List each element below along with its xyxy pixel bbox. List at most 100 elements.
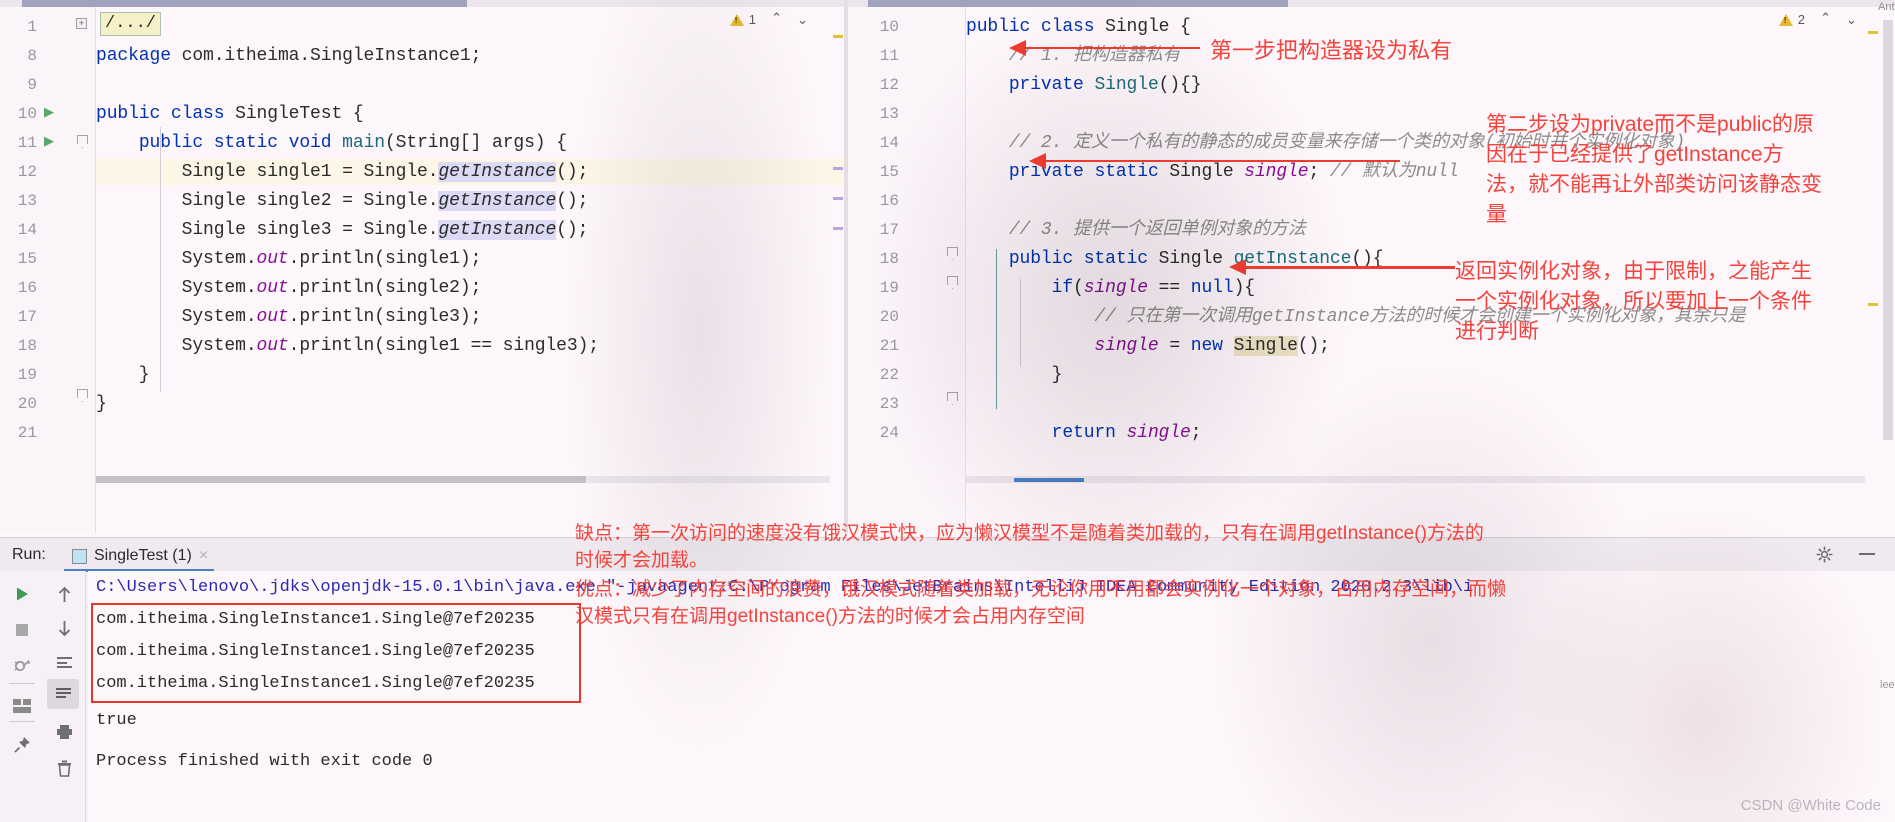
code-line: single = new Single(); — [1094, 336, 1330, 356]
pin-button[interactable] — [7, 729, 37, 759]
side-tag-top: Ant — [1878, 1, 1895, 13]
annotation-console-line2: 时候才会加载。 — [575, 550, 709, 571]
line-number: 15 — [17, 250, 37, 268]
run-gutter-arrow-icon[interactable]: ▶ — [44, 104, 54, 120]
next-problem-chevron-down-icon[interactable]: ⌄ — [1846, 12, 1857, 28]
stop-button[interactable] — [7, 615, 37, 645]
line-number: 24 — [879, 424, 899, 442]
next-problem-chevron-down-icon[interactable]: ⌄ — [797, 12, 808, 28]
annotation-step3-line3: 进行判断 — [1455, 320, 1539, 343]
rerun-button[interactable] — [7, 579, 37, 609]
line-number: 10 — [879, 18, 899, 36]
line-number: 22 — [879, 366, 899, 384]
fold-collapse-icon[interactable] — [947, 276, 958, 288]
annotation-step2-line2: 因在于已经提供了getInstance方 — [1486, 143, 1784, 166]
highlight-box-output — [91, 603, 581, 703]
ide-window: 1 8 9 10 11 12 13 14 15 16 17 18 19 20 2… — [0, 0, 1895, 822]
code-line: public class Single { — [966, 17, 1191, 37]
line-number: 17 — [17, 308, 37, 326]
gear-icon[interactable] — [1816, 546, 1833, 563]
annotation-step2-line4: 量 — [1486, 203, 1507, 226]
trash-button[interactable] — [49, 753, 79, 783]
layout-button[interactable] — [7, 691, 37, 721]
annotation-step2-line3: 法，就不能再让外部类访问该静态变 — [1486, 173, 1822, 196]
editor-right-marker-bar[interactable] — [1867, 7, 1879, 533]
code-line: // 3. 提供一个返回单例对象的方法 — [1008, 220, 1306, 240]
run-config-icon — [72, 548, 87, 564]
line-number: 11 — [17, 134, 37, 152]
line-number: 17 — [879, 221, 899, 239]
console-output-line: Process finished with exit code 0 — [96, 752, 433, 771]
fold-expand-icon[interactable]: + — [76, 18, 87, 29]
debug-button[interactable] — [7, 651, 37, 681]
scroll-up-button[interactable] — [49, 579, 79, 609]
line-number: 1 — [27, 18, 37, 36]
line-number: 16 — [17, 279, 37, 297]
annotation-step3-line2: 一个实例化对象，所以要加上一个条件 — [1455, 290, 1812, 313]
run-tab-title: SingleTest (1) — [94, 547, 192, 564]
line-number: 14 — [17, 221, 37, 239]
fold-collapse-icon[interactable] — [947, 392, 958, 404]
line-number: 8 — [27, 47, 37, 65]
code-line: System.out.println(single1); — [96, 249, 482, 269]
side-tag-right: leetcode — [1880, 679, 1895, 692]
scroll-down-button[interactable] — [49, 613, 79, 643]
code-line: if(single == null){ — [1051, 278, 1255, 298]
code-line: } — [96, 394, 107, 414]
annotation-console-line3: 优点：减少了内存空间的浪费，饿汉模式随着类加载，无论你用不用都会实例化一个对象，… — [575, 579, 1507, 600]
line-number: 20 — [17, 395, 37, 413]
code-line: } — [966, 365, 1063, 385]
scroll-to-end-button[interactable] — [47, 679, 79, 709]
code-line: } — [96, 365, 150, 385]
folded-imports-chip[interactable]: /.../ — [100, 12, 162, 36]
line-number: 15 — [879, 163, 899, 181]
code-line: Single single3 = Single.getInstance(); — [96, 220, 589, 240]
line-number: 19 — [17, 366, 37, 384]
prev-problem-chevron-up-icon[interactable]: ⌃ — [771, 10, 782, 26]
prev-problem-chevron-up-icon[interactable]: ⌃ — [1820, 10, 1831, 26]
fold-collapse-icon[interactable] — [77, 135, 88, 147]
editor-left-marker-bar[interactable] — [832, 7, 844, 533]
editor-right-top-scrollbar[interactable] — [848, 0, 1895, 7]
annotation-step3-line1: 返回实例化对象，由于限制，之能产生 — [1455, 260, 1812, 283]
run-tab-singletest[interactable]: SingleTest (1) × — [64, 541, 216, 571]
code-line: Single single2 = Single.getInstance(); — [96, 191, 589, 211]
editor-left-gutter[interactable]: 1 8 9 10 11 12 13 14 15 16 17 18 19 20 2… — [0, 7, 96, 533]
line-number: 19 — [879, 279, 899, 297]
code-line: System.out.println(single2); — [96, 278, 482, 298]
print-button[interactable] — [49, 717, 79, 747]
inspection-warning-badge[interactable]: 2 — [1778, 12, 1805, 27]
annotation-step2-line1: 第二步设为private而不是public的原 — [1486, 113, 1814, 136]
close-icon[interactable]: × — [199, 547, 208, 565]
run-gutter-arrow-icon[interactable]: ▶ — [44, 133, 54, 149]
editor-left-code[interactable]: /.../ package com.itheima.SingleInstance… — [96, 7, 844, 533]
warning-triangle-icon — [1778, 13, 1793, 26]
editor-right-vscrollbar[interactable] — [1883, 20, 1893, 440]
line-number: 16 — [879, 192, 899, 210]
line-number: 13 — [17, 192, 37, 210]
inspection-warning-badge[interactable]: 1 — [729, 12, 756, 27]
code-line: public class SingleTest { — [96, 104, 364, 124]
line-number: 20 — [879, 308, 899, 326]
warning-triangle-icon — [729, 13, 744, 26]
editor-pane-left[interactable]: 1 8 9 10 11 12 13 14 15 16 17 18 19 20 2… — [0, 0, 844, 533]
code-line: private Single(){} — [1008, 75, 1202, 95]
line-number: 9 — [27, 76, 37, 94]
editor-right-hscrollbar[interactable] — [966, 476, 1865, 483]
run-label: Run: — [12, 546, 46, 563]
code-line: System.out.println(single1 == single3); — [96, 336, 599, 356]
editor-left-top-scrollbar[interactable] — [0, 0, 844, 7]
hide-window-icon[interactable] — [1859, 553, 1875, 555]
line-number: 12 — [17, 163, 37, 181]
line-number: 12 — [879, 76, 899, 94]
fold-collapse-icon[interactable] — [947, 247, 958, 259]
line-number: 23 — [879, 395, 899, 413]
fold-collapse-icon[interactable] — [77, 389, 88, 401]
watermark: CSDN @White Code — [1740, 797, 1881, 814]
soft-wrap-button[interactable] — [49, 647, 79, 677]
line-number: 18 — [879, 250, 899, 268]
editor-left-hscrollbar[interactable] — [96, 476, 830, 483]
code-line: // 1. 把构造器私有 — [1008, 46, 1181, 66]
editor-right-gutter[interactable]: 10 11 12 13 14 15 16 17 18 19 20 21 22 2… — [848, 7, 966, 533]
line-number: 13 — [879, 105, 899, 123]
